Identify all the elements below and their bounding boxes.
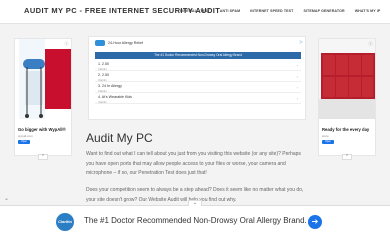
chevron-right-icon: › <box>296 63 298 68</box>
ad-caption[interactable]: Go bigger with WypAll® <box>18 127 66 132</box>
product-name: 3. 24 hr Allergy <box>98 84 122 88</box>
left-ad-collapse-button[interactable]: ⌃ <box>38 154 48 160</box>
ad-info-icon[interactable]: ⓘ <box>368 41 373 46</box>
site-header: AUDIT MY PC - FREE INTERNET SECURITY AUD… <box>0 0 390 24</box>
chevron-right-icon: › <box>296 74 298 79</box>
chevron-right-icon: › <box>296 85 298 90</box>
ad-image-lockers[interactable] <box>319 39 375 119</box>
list-item[interactable]: 4. At's Wearable Kids Claritin › <box>95 93 301 104</box>
bottom-anchor-ad[interactable]: ⌄ Claritin The #1 Doctor Recommended Non… <box>0 200 390 240</box>
ad-subtitle: wypall.com <box>18 134 33 138</box>
main-nav: FIREWALL TEST ANTI SPAM INTERNET SPEED T… <box>180 9 380 13</box>
left-side-ad[interactable]: ⓘ Go bigger with WypAll® wypall.com Open <box>14 38 72 156</box>
chevron-down-icon[interactable]: ⌄ <box>4 195 9 202</box>
nav-speed-test[interactable]: INTERNET SPEED TEST <box>250 9 293 13</box>
product-sub: Claritin <box>98 99 107 104</box>
nav-anti-spam[interactable]: ANTI SPAM <box>220 9 240 13</box>
product-sub: Claritin <box>98 88 107 93</box>
product-name: 2. 2.50 <box>98 73 109 77</box>
product-name: 1. 2.50 <box>98 62 109 66</box>
product-sub: Claritin <box>98 66 107 71</box>
ad-open-button[interactable]: Open <box>322 140 334 144</box>
product-name: 4. At's Wearable Kids <box>98 95 132 99</box>
nav-firewall-test[interactable]: FIREWALL TEST <box>180 9 210 13</box>
ad-image-paper-dispenser[interactable] <box>15 39 71 119</box>
ad-banner[interactable]: The #1 Doctor Recommended Non-Drowsy Ora… <box>95 52 301 59</box>
adchoices-icon[interactable]: ▷ <box>300 39 303 44</box>
product-sub: Claritin <box>98 77 107 82</box>
center-display-ad[interactable]: 24-Hour Allergy Relief ▷ The #1 Doctor R… <box>88 36 306 120</box>
list-item[interactable]: 2. 2.50 Claritin › <box>95 71 301 82</box>
intro-paragraph: Want to find out what I can tell about y… <box>86 151 301 176</box>
ad-open-button[interactable]: Open <box>18 140 30 144</box>
brand-name: 24-Hour Allergy Relief <box>108 41 143 45</box>
ad-caption[interactable]: Ready for the every day <box>322 127 369 132</box>
right-side-ad[interactable]: ⓘ Ready for the every day store Open <box>318 38 376 156</box>
brand-logo-icon <box>95 40 105 46</box>
ad-subtitle: store <box>322 134 329 138</box>
ad-info-icon[interactable]: ⓘ <box>64 41 69 46</box>
ad-product-list: 1. 2.50 Claritin › 2. 2.50 Claritin › 3.… <box>95 60 301 104</box>
arrow-right-icon[interactable]: ➔ <box>308 215 322 229</box>
chevron-right-icon: › <box>296 96 298 101</box>
nav-sitemap-generator[interactable]: SITEMAP GENERATOR <box>303 9 344 13</box>
list-item[interactable]: 1. 2.50 Claritin › <box>95 60 301 71</box>
nav-whats-my-ip[interactable]: WHAT'S MY IP <box>355 9 381 13</box>
right-ad-collapse-button[interactable]: ⌃ <box>342 154 352 160</box>
claritin-logo[interactable]: Claritin <box>56 213 74 231</box>
list-item[interactable]: 3. 24 hr Allergy Claritin › <box>95 82 301 93</box>
anchor-ad-collapse-button[interactable]: ⌄ <box>188 200 202 206</box>
ad-brand[interactable]: 24-Hour Allergy Relief <box>95 40 143 46</box>
page-title: Audit My PC <box>86 131 153 145</box>
anchor-ad-headline[interactable]: The #1 Doctor Recommended Non-Drowsy Ora… <box>84 216 307 225</box>
